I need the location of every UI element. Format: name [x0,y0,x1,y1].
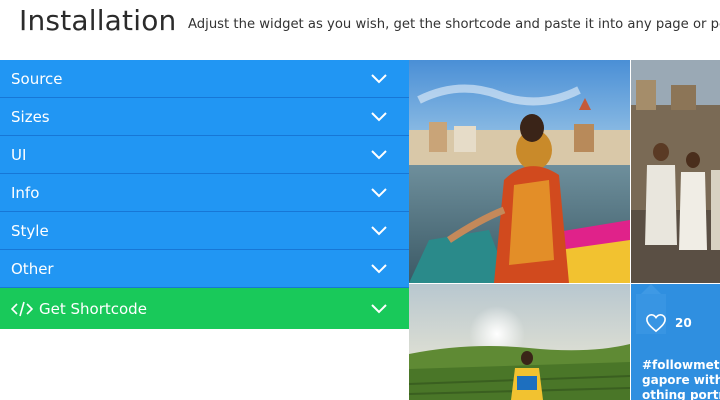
accordion-other-label: Other [11,259,54,278]
feed-photo-boat[interactable] [409,60,630,283]
caption-line: othing portr [642,388,720,400]
accordion-info[interactable]: Info [0,174,409,212]
likes-count: 20 [675,316,692,330]
accordion-source[interactable]: Source [0,60,409,98]
settings-accordion: Source Sizes UI Info Style Other Get Sho… [0,60,409,329]
feed-photo-ghat[interactable] [631,60,720,283]
chevron-down-icon [371,111,387,121]
accordion-info-label: Info [11,183,40,202]
caption-line: #followmeto [642,358,720,372]
accordion-style-label: Style [11,221,49,240]
feed-photo-field[interactable] [409,284,630,400]
get-shortcode-label-group: Get Shortcode [11,300,147,318]
boat-photo-image [409,60,630,283]
get-shortcode-label: Get Shortcode [39,299,147,318]
accordion-sizes[interactable]: Sizes [0,98,409,136]
photo-caption: #followmeto gapore with othing portr [642,358,720,400]
ghat-photo-image [631,60,720,283]
chevron-down-icon [371,187,387,197]
caption-line: gapore with [642,373,720,387]
accordion-other[interactable]: Other [0,250,409,288]
chevron-down-icon [371,73,387,83]
chevron-down-icon [371,149,387,159]
get-shortcode-button[interactable]: Get Shortcode [0,288,409,329]
page-subtitle: Adjust the widget as you wish, get the s… [188,17,720,32]
accordion-ui-label: UI [11,145,27,164]
feed-photo-hover-overlay[interactable]: 20 #followmeto gapore with othing portr [631,284,720,400]
instagram-feed-preview: 20 #followmeto gapore with othing portr [409,60,720,400]
chevron-down-icon [371,263,387,273]
accordion-ui[interactable]: UI [0,136,409,174]
page-title: Installation [19,4,177,37]
accordion-sizes-label: Sizes [11,107,50,126]
chevron-down-icon [371,225,387,235]
accordion-style[interactable]: Style [0,212,409,250]
field-photo-image [409,284,630,400]
code-icon [11,301,33,316]
chevron-down-icon [371,303,387,313]
accordion-source-label: Source [11,69,63,88]
heart-icon [646,313,666,333]
